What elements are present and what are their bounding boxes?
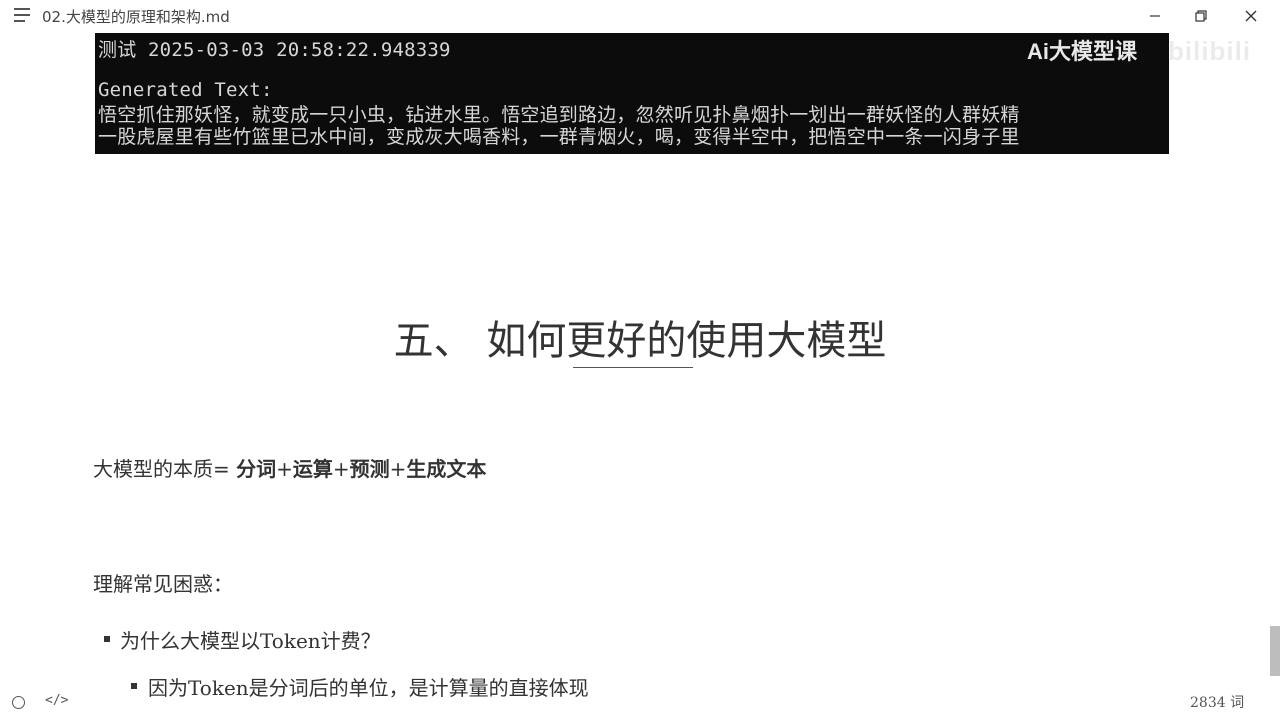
essence-plus: + [276, 457, 293, 481]
essence-paragraph: 大模型的本质= 分词+运算+预测+生成文本 [93, 453, 486, 482]
list-item: 因为Token是分词后的单位，是计算量的直接体现 [148, 676, 589, 700]
list-item: 为什么大模型以Token计费？ [120, 629, 381, 653]
bilibili-logo: bilibili [1168, 36, 1252, 66]
close-button[interactable] [1228, 0, 1274, 32]
hamburger-icon[interactable] [14, 8, 32, 22]
heading-divider [573, 367, 693, 368]
document-title: 02.大模型的原理和架构.md [42, 8, 230, 26]
essence-part: 生成文本 [406, 457, 487, 481]
terminal-output-line: 一股虎屋里有些竹篮里已水中间，变成灰大喝香料，一群青烟火，喝，变得半空中，把悟空… [98, 126, 1020, 148]
essence-plus: + [389, 457, 407, 481]
circle-icon[interactable] [12, 696, 25, 709]
confusion-label: 理解常见困惑： [93, 572, 233, 596]
restore-button[interactable] [1178, 0, 1224, 32]
minimize-icon [1150, 15, 1160, 17]
scrollbar-thumb[interactable] [1270, 626, 1280, 676]
minimize-button[interactable] [1132, 0, 1178, 32]
restore-icon [1195, 10, 1207, 22]
essence-part: 分词 [236, 457, 277, 481]
code-icon[interactable]: </> [45, 693, 68, 708]
essence-plus: + [332, 457, 350, 481]
terminal-timestamp-line: 测试 2025-03-03 20:58:22.948339 [98, 39, 451, 61]
bullet-marker [131, 683, 137, 689]
essence-part: 预测 [349, 457, 390, 481]
course-watermark: Ai大模型课 [1027, 39, 1138, 64]
essence-prefix: 大模型的本质= [93, 457, 237, 481]
section-heading: 五、 如何更好的使用大模型 [393, 318, 887, 364]
close-icon [1245, 10, 1257, 22]
essence-part: 运算 [292, 457, 333, 481]
terminal-generated-label: Generated Text: [98, 79, 273, 101]
terminal-output-image: 测试 2025-03-03 20:58:22.948339 Generated … [95, 33, 1169, 154]
word-count: 2834 词 [1190, 695, 1245, 711]
bullet-marker [104, 636, 110, 642]
title-bar: 02.大模型的原理和架构.md [0, 0, 1280, 32]
